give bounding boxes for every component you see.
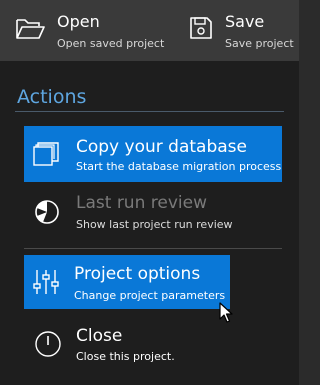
save-sublabel: Save project <box>225 37 294 50</box>
mouse-cursor-icon <box>219 302 233 328</box>
last-run-review-button[interactable]: Last run review Show last project run re… <box>24 186 282 240</box>
folder-open-icon <box>15 18 45 44</box>
title-divider <box>15 111 284 112</box>
copy-database-label: Copy your database <box>76 137 247 157</box>
project-options-label: Project options <box>74 264 201 284</box>
open-sublabel: Open saved project <box>57 37 165 50</box>
floppy-disk-icon <box>189 16 213 44</box>
actions-divider <box>24 248 282 249</box>
power-icon <box>34 330 62 362</box>
close-project-button[interactable]: Close Close this project. <box>24 318 282 374</box>
save-button[interactable]: Save Save project <box>177 0 299 61</box>
project-options-sublabel: Change project parameters <box>74 289 226 302</box>
sliders-icon <box>33 268 59 300</box>
copy-database-sublabel: Start the database migration process <box>76 160 282 173</box>
copy-database-button[interactable]: Copy your database Start the database mi… <box>24 126 282 182</box>
pie-chart-icon <box>34 199 60 229</box>
copy-icon <box>32 139 62 173</box>
open-button[interactable]: Open Open saved project <box>0 0 175 61</box>
actions-title: Actions <box>17 86 87 108</box>
last-run-review-label: Last run review <box>76 193 207 213</box>
close-label: Close <box>76 326 123 346</box>
open-label: Open <box>57 12 100 31</box>
close-sublabel: Close this project. <box>76 350 175 363</box>
project-options-button[interactable]: Project options Change project parameter… <box>24 255 230 309</box>
save-label: Save <box>225 12 265 31</box>
toolbar: Open Open saved project Save Save projec… <box>0 0 299 61</box>
last-run-review-sublabel: Show last project run review <box>76 218 233 231</box>
